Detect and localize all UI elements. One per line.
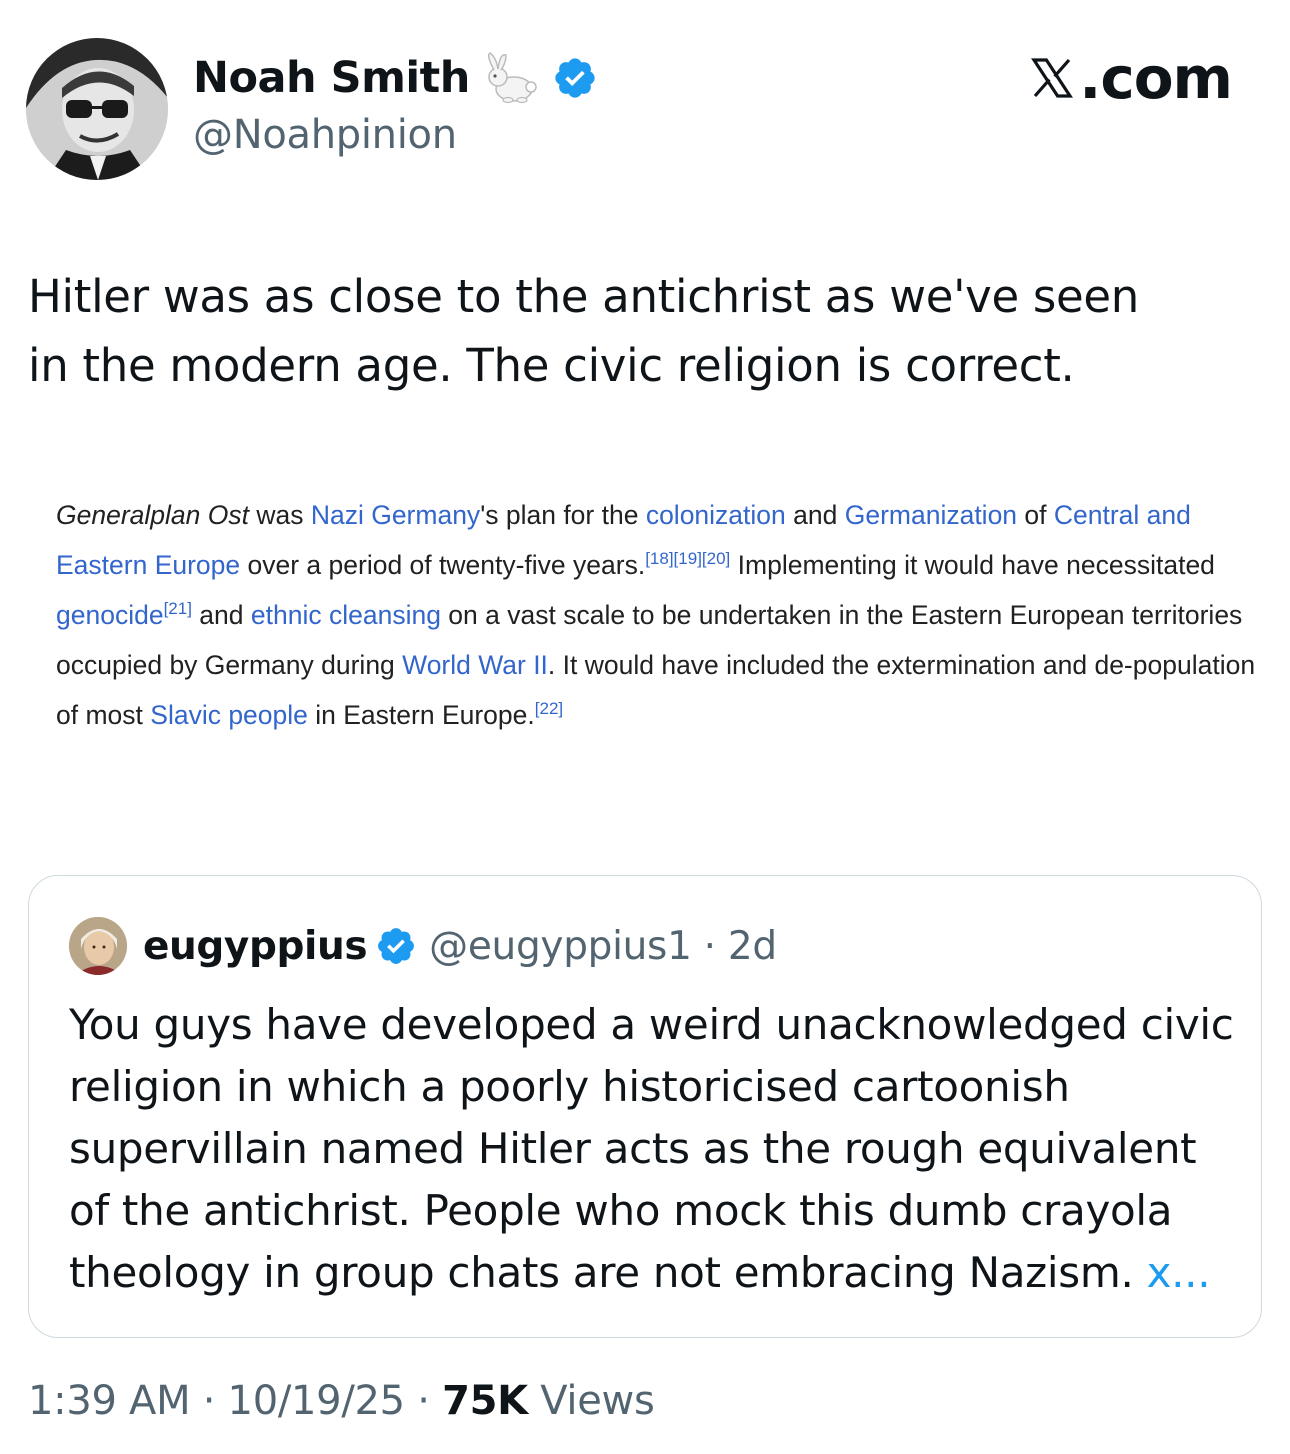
views-count[interactable]: 75K	[442, 1378, 528, 1424]
quoted-verified-badge-icon	[375, 925, 417, 967]
timestamp[interactable]: 1:39 AM · 10/19/25 ·	[28, 1378, 442, 1424]
wiki-text: and	[191, 600, 251, 630]
quoted-author-avatar[interactable]	[69, 917, 127, 975]
wiki-reference: [22]	[534, 699, 564, 718]
x-logo-icon	[1031, 58, 1074, 98]
wiki-text: and	[785, 500, 845, 530]
attached-image-wiki-excerpt[interactable]: Generalplan Ost was Nazi Germany's plan …	[56, 490, 1256, 740]
author-avatar[interactable]	[26, 38, 168, 180]
wiki-link: colonization	[645, 500, 786, 530]
wiki-text: 's plan for the	[480, 500, 646, 530]
wiki-link: Slavic people	[150, 700, 308, 730]
quoted-tweet-card[interactable]: eugyppius @eugyppius1 · 2d You guys have…	[28, 875, 1262, 1338]
x-com-label: .com	[1027, 44, 1233, 112]
quoted-author-name[interactable]: eugyppius	[143, 924, 368, 969]
show-more-link[interactable]: x...	[1147, 1248, 1211, 1297]
wiki-link: World War II	[402, 650, 548, 680]
quoted-tweet-body: You guys have developed a weird unacknow…	[69, 1000, 1234, 1297]
quoted-tweet-header: eugyppius @eugyppius1 · 2d	[69, 916, 777, 976]
tweet-line-2: in the modern age. The civic religion is…	[28, 339, 1075, 392]
author-name[interactable]: Noah Smith	[193, 53, 470, 103]
quoted-author-handle[interactable]: @eugyppius1 · 2d	[429, 924, 777, 969]
wiki-reference: [18][19][20]	[645, 549, 731, 568]
author-handle[interactable]: @Noahpinion	[193, 112, 598, 158]
tweet-text: Hitler was as close to the antichrist as…	[28, 262, 1268, 400]
site-label: .com	[1079, 44, 1233, 112]
wiki-term: Generalplan Ost	[56, 500, 249, 530]
verified-badge-icon[interactable]	[552, 55, 598, 101]
rabbit-icon	[484, 51, 542, 105]
tweet-meta: 1:39 AM · 10/19/25 · 75K Views	[28, 1378, 655, 1424]
wiki-text: in Eastern Europe.	[307, 700, 535, 730]
wiki-text: Implementing it would have necessitated	[730, 550, 1215, 580]
wiki-text: was	[248, 500, 311, 530]
wiki-link: ethnic cleansing	[250, 600, 441, 630]
views-label: Views	[527, 1378, 655, 1424]
tweet-line-1: Hitler was as close to the antichrist as…	[28, 270, 1140, 323]
wiki-link: genocide	[56, 600, 164, 630]
author-block: Noah Smith @Noahpinion	[193, 50, 598, 158]
wiki-reference: [21]	[163, 599, 192, 618]
wiki-link: Nazi Germany	[310, 500, 481, 530]
quoted-tweet-text: You guys have developed a weird unacknow…	[69, 994, 1239, 1304]
wiki-link: Germanization	[844, 500, 1018, 530]
wiki-text: over a period of twenty-five years.	[240, 550, 646, 580]
author-name-row: Noah Smith	[193, 50, 598, 106]
wiki-text: of	[1017, 500, 1054, 530]
